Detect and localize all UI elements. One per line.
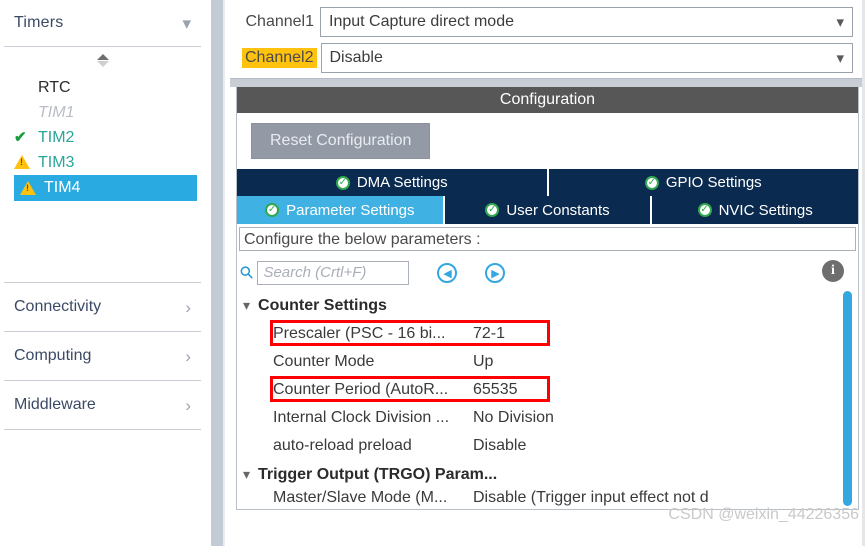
sidebar-section-title: Timers — [14, 14, 64, 31]
param-value[interactable]: No Division — [473, 409, 554, 427]
channel2-value: Disable — [329, 49, 383, 66]
reset-configuration-button[interactable]: Reset Configuration — [251, 123, 431, 159]
tab-label: DMA Settings — [356, 174, 448, 191]
green-check-icon: ✓ — [644, 175, 659, 190]
sidebar-item-label: Middleware — [14, 396, 96, 413]
info-icon[interactable]: i — [822, 260, 844, 282]
param-row-counter-period[interactable]: Counter Period (AutoR... 65535 — [243, 376, 858, 404]
param-name: Internal Clock Division ... — [273, 409, 450, 426]
param-name: auto-reload preload — [273, 437, 412, 454]
green-check-icon: ✓ — [485, 203, 500, 217]
param-value[interactable]: 72-1 — [473, 325, 505, 343]
panel-divider[interactable] — [205, 0, 230, 546]
group-label: Counter Settings — [258, 296, 387, 314]
chevron-right-icon: › — [185, 395, 191, 415]
group-trigger-output[interactable]: ▾ Trigger Output (TRGO) Param... — [243, 460, 858, 489]
param-name: Counter Period (AutoR... — [273, 381, 449, 398]
sidebar-item-rtc[interactable]: RTC — [0, 75, 205, 100]
chevron-right-icon: › — [185, 346, 191, 366]
chevron-down-icon: ▾ — [836, 50, 844, 67]
sidebar-item-middleware[interactable]: Middleware › — [0, 381, 205, 429]
channel1-row: Channel1 Input Capture direct mode ▾ — [242, 6, 853, 38]
section-separator — [230, 78, 865, 87]
chevron-down-icon: ▾ — [182, 13, 191, 33]
tab-label: GPIO Settings — [665, 174, 762, 191]
circle-left-arrow-icon[interactable]: ◀ — [437, 263, 458, 283]
app-window: Timers ▾ RTC TIM1 ✔ TIM2 TIM3 — [0, 0, 865, 546]
param-name: Master/Slave Mode (M... — [273, 489, 448, 506]
channel1-label: Channel1 — [245, 13, 315, 30]
channel-settings: Channel1 Input Capture direct mode ▾ Cha… — [230, 0, 865, 74]
sidebar-item-tim2[interactable]: ✔ TIM2 — [0, 125, 205, 150]
chevron-right-icon: › — [185, 297, 191, 317]
warning-icon — [20, 180, 44, 197]
configure-hint: Configure the below parameters : — [239, 227, 856, 251]
tab-label: User Constants — [506, 201, 610, 219]
chevron-down-icon: ▾ — [243, 466, 251, 482]
sidebar-item-computing[interactable]: Computing › — [0, 332, 205, 380]
param-row-auto-reload-preload[interactable]: auto-reload preload Disable — [243, 432, 858, 460]
channel1-value: Input Capture direct mode — [329, 13, 514, 30]
timer-label: TIM2 — [38, 128, 75, 146]
warning-icon — [14, 154, 38, 171]
channel2-label: Channel2 — [242, 48, 317, 68]
param-row-prescaler[interactable]: Prescaler (PSC - 16 bi... 72-1 — [243, 320, 858, 348]
chevron-down-icon: ▾ — [243, 297, 251, 313]
tab-row-1: ✓ DMA Settings ✓ GPIO Settings — [237, 169, 858, 196]
chevron-down-icon: ▾ — [836, 14, 844, 31]
tab-nvic-settings[interactable]: ✓ NVIC Settings — [652, 196, 859, 224]
tab-label: NVIC Settings — [718, 201, 813, 219]
tab-parameter-settings[interactable]: ✓ Parameter Settings — [237, 196, 445, 224]
sort-spinner-icon[interactable] — [0, 47, 205, 73]
sidebar-item-connectivity[interactable]: Connectivity › — [0, 283, 205, 331]
tab-user-constants[interactable]: ✓ User Constants — [444, 196, 653, 224]
search-input[interactable]: Search (Crtl+F) — [257, 261, 410, 285]
param-value[interactable]: Disable (Trigger input effect not d — [473, 489, 709, 507]
configuration-panel: Configuration Reset Configuration ✓ DMA … — [236, 87, 859, 510]
param-value[interactable]: 65535 — [473, 381, 518, 399]
sidebar-item-tim1[interactable]: TIM1 — [0, 100, 205, 125]
right-panel: Channel1 Input Capture direct mode ▾ Cha… — [230, 0, 865, 546]
check-icon: ✔ — [14, 129, 27, 146]
param-value[interactable]: Up — [473, 353, 493, 371]
reset-zone: Reset Configuration — [237, 113, 858, 169]
sidebar-divider — [4, 429, 201, 430]
timer-label: TIM1 — [38, 103, 75, 121]
timer-label: RTC — [38, 78, 71, 96]
green-check-icon: ✓ — [335, 175, 350, 190]
configuration-title: Configuration — [237, 87, 858, 113]
param-value[interactable]: Disable — [473, 437, 526, 455]
param-name: Prescaler (PSC - 16 bi... — [273, 325, 446, 342]
timer-label: TIM3 — [38, 153, 75, 171]
param-row-internal-clock-division[interactable]: Internal Clock Division ... No Division — [243, 404, 858, 432]
green-check-icon: ✓ — [265, 203, 280, 217]
sidebar-section-timers-header[interactable]: Timers ▾ — [0, 0, 205, 46]
tab-label: Parameter Settings — [286, 201, 415, 219]
sidebar-item-label: Connectivity — [14, 298, 102, 315]
sidebar-nav: Connectivity › Computing › Middleware › — [0, 282, 205, 430]
sidebar-item-tim4[interactable]: TIM4 — [14, 175, 197, 201]
group-counter-settings[interactable]: ▾ Counter Settings — [243, 291, 858, 320]
parameter-tree: ▾ Counter Settings Prescaler (PSC - 16 b… — [237, 291, 858, 509]
sidebar-item-tim3[interactable]: TIM3 — [0, 150, 205, 175]
param-name: Counter Mode — [273, 353, 375, 370]
sidebar-item-label: Computing — [14, 347, 92, 364]
channel1-select[interactable]: Input Capture direct mode ▾ — [320, 7, 853, 37]
group-label: Trigger Output (TRGO) Param... — [258, 465, 498, 483]
timer-list: RTC TIM1 ✔ TIM2 TIM3 TIM4 — [0, 73, 205, 201]
timer-label: TIM4 — [44, 179, 81, 196]
tab-gpio-settings[interactable]: ✓ GPIO Settings — [548, 169, 858, 196]
settings-tabs: ✓ DMA Settings ✓ GPIO Settings ✓ Paramet… — [237, 169, 859, 224]
tab-row-2: ✓ Parameter Settings ✓ User Constants ✓ … — [237, 196, 859, 224]
search-icon: ⚲ — [235, 261, 258, 284]
search-toolbar: ⚲ Search (Crtl+F) ◀ ▶ i — [235, 251, 858, 291]
left-sidebar: Timers ▾ RTC TIM1 ✔ TIM2 TIM3 — [0, 0, 205, 546]
green-check-icon: ✓ — [697, 203, 712, 217]
tab-dma-settings[interactable]: ✓ DMA Settings — [237, 169, 549, 196]
channel2-select[interactable]: Disable ▾ — [320, 43, 853, 73]
param-row-master-slave-mode[interactable]: Master/Slave Mode (M... Disable (Trigger… — [243, 489, 858, 509]
circle-right-arrow-icon[interactable]: ▶ — [485, 263, 506, 283]
channel2-row: Channel2 Disable ▾ — [242, 42, 853, 74]
param-row-counter-mode[interactable]: Counter Mode Up — [243, 348, 858, 376]
